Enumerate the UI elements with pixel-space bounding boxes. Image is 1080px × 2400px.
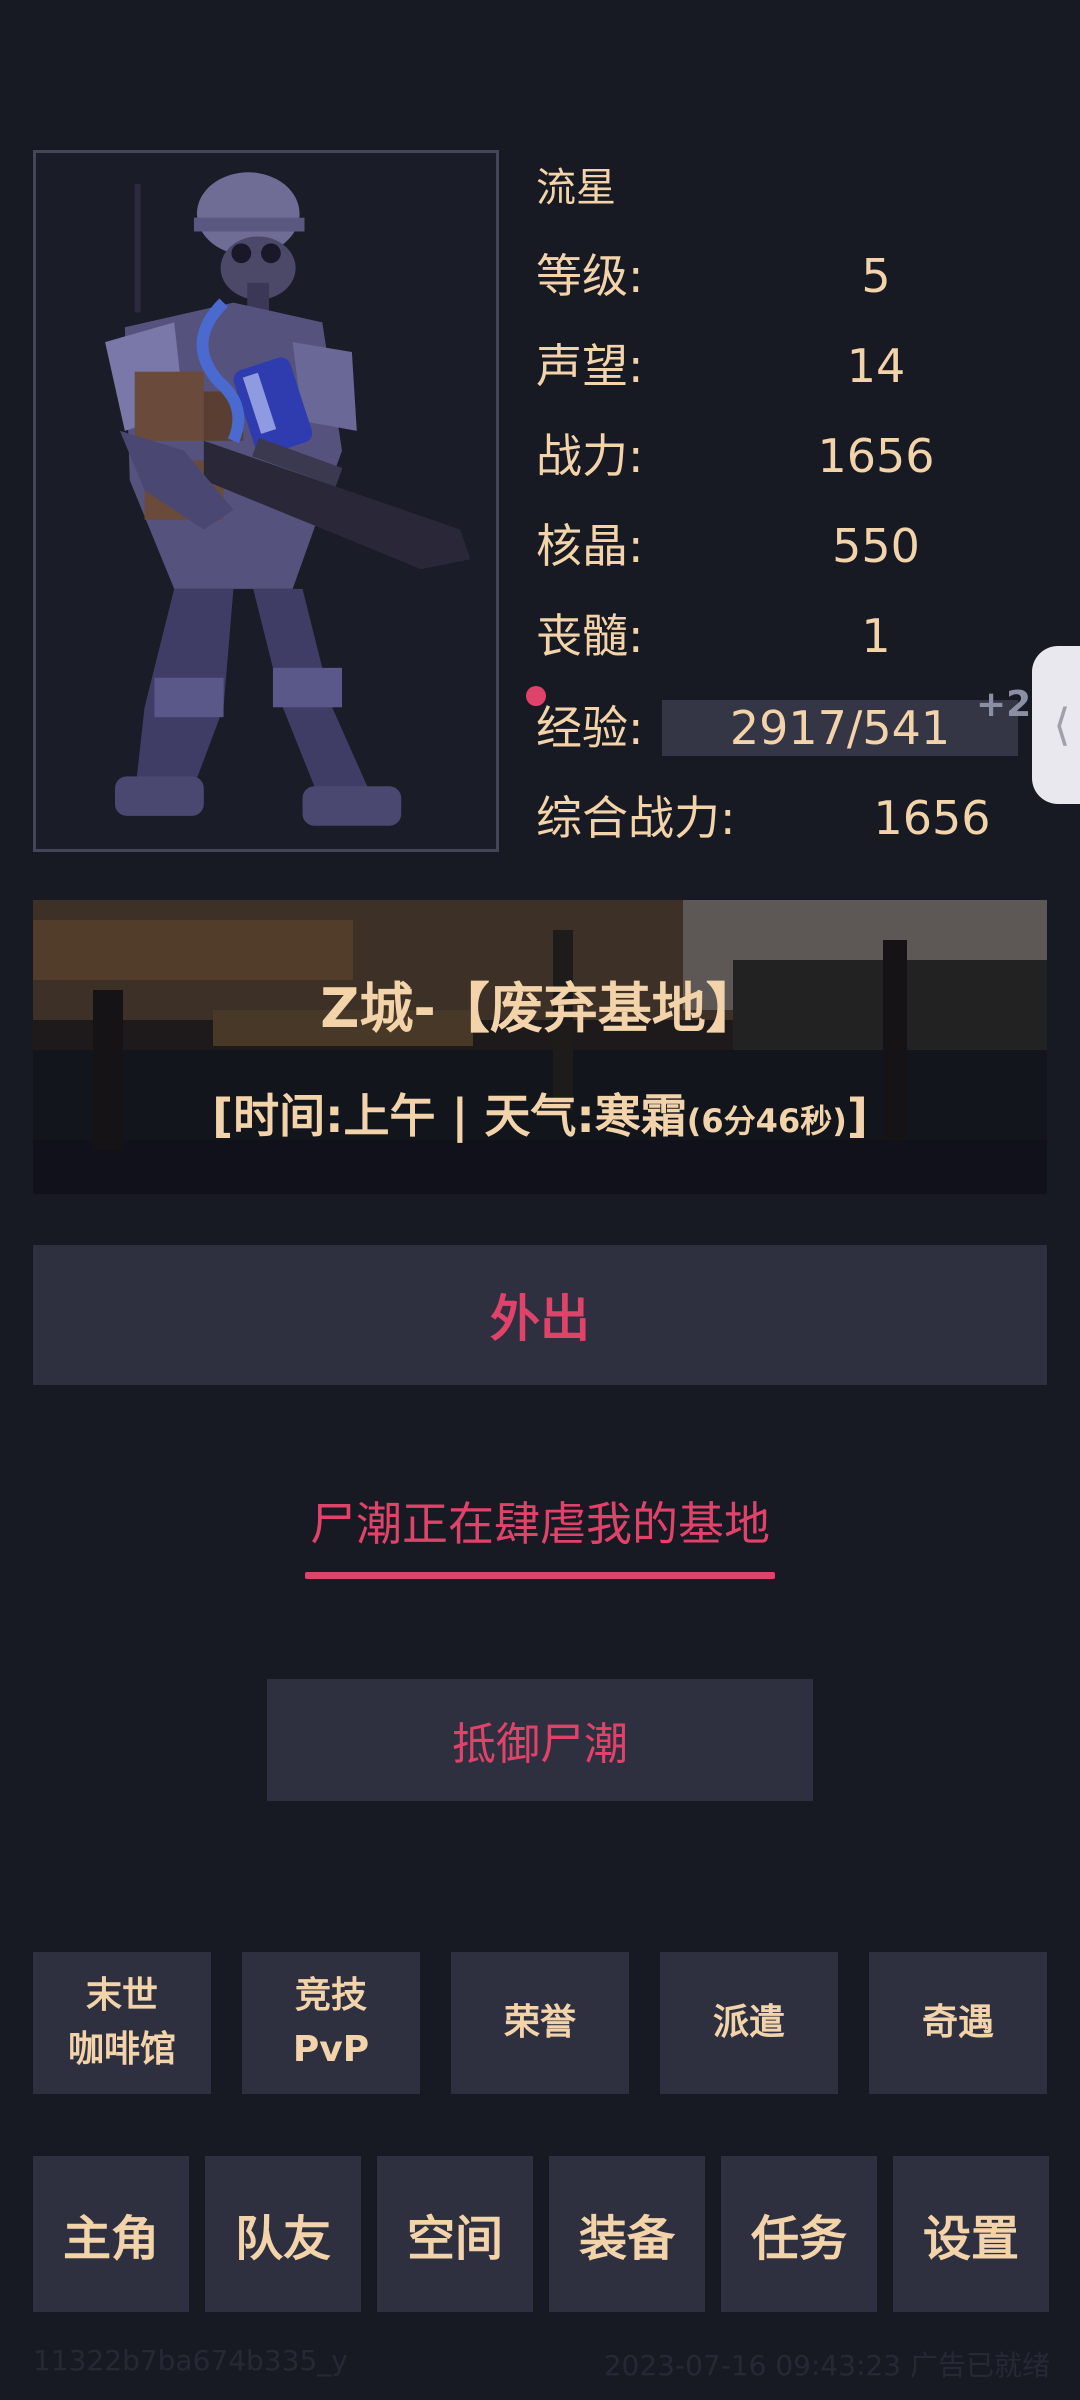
level-value: 5 — [861, 249, 891, 303]
stat-level: 等级: 5 — [536, 244, 1056, 308]
exp-gain: +2 — [976, 684, 1032, 725]
cafe-line1: 末世 — [85, 1975, 158, 2016]
location-status: [时间:上午 | 天气:寒霜(6分46秒)] — [33, 1080, 1047, 1146]
game-screen: 流星 等级: 5 声望: 14 战力: 1656 核晶: 550 丧髓: 1 经… — [0, 0, 1080, 2400]
status-close-bracket: ] — [846, 1089, 868, 1143]
zombie-wave-alert-link[interactable]: 尸潮正在肆虐我的基地 — [0, 1492, 1080, 1556]
go-out-button[interactable]: 外出 — [33, 1245, 1047, 1385]
player-name: 流星 — [536, 165, 616, 211]
banner-background — [33, 900, 1047, 1194]
prestige-label: 声望: — [536, 339, 644, 393]
space-button[interactable]: 空间 — [377, 2156, 533, 2312]
tasks-button[interactable]: 任务 — [721, 2156, 877, 2312]
device-id: 11322b7ba674b335_y — [33, 2344, 348, 2377]
location-name: Z城-【废弃基地】 — [320, 977, 760, 1040]
exp-label: 经验: — [536, 701, 644, 755]
stat-power: 战力: 1656 — [536, 424, 1056, 488]
pvp-line2: PvP — [292, 2029, 370, 2070]
core-value: 550 — [832, 519, 920, 573]
chevron-left-icon: ⟨ — [1053, 699, 1071, 751]
marrow-value: 1 — [861, 609, 891, 663]
total-power-value: 1656 — [873, 791, 991, 845]
exp-value: 2917/541 — [729, 701, 951, 755]
cafe-button[interactable]: 末世 咖啡馆 — [33, 1952, 211, 2094]
side-drawer-tab[interactable]: ⟨ — [1032, 646, 1080, 804]
soldier-illustration — [105, 172, 471, 826]
level-label: 等级: — [536, 249, 644, 303]
pvp-line1: 竞技 — [294, 1975, 367, 2016]
hero-button[interactable]: 主角 — [33, 2156, 189, 2312]
defend-zombie-wave-button[interactable]: 抵御尸潮 — [267, 1679, 813, 1801]
encounter-label: 奇遇 — [921, 2002, 994, 2043]
time-weather: [时间:上午 | 天气:寒霜 — [212, 1089, 687, 1143]
weather-timer: (6分46秒) — [686, 1102, 847, 1140]
power-value: 1656 — [817, 429, 935, 483]
timestamp-ad-status: 2023-07-16 09:43:23 广告已就绪 — [603, 2349, 1050, 2382]
pvp-button[interactable]: 竞技 PvP — [242, 1952, 420, 2094]
power-label: 战力: — [536, 429, 644, 483]
equipment-button[interactable]: 装备 — [549, 2156, 705, 2312]
stat-prestige: 声望: 14 — [536, 334, 1056, 398]
location-banner: Z城-【废弃基地】 [时间:上午 | 天气:寒霜(6分46秒)] — [33, 900, 1047, 1194]
alert-underline — [305, 1572, 775, 1579]
honor-label: 荣誉 — [503, 2002, 576, 2043]
character-portrait[interactable] — [33, 150, 499, 852]
dispatch-label: 派遣 — [712, 2002, 785, 2043]
stat-total-power: 综合战力: 1656 — [536, 786, 1056, 850]
stat-core: 核晶: 550 — [536, 514, 1056, 578]
honor-button[interactable]: 荣誉 — [451, 1952, 629, 2094]
core-label: 核晶: — [536, 519, 644, 573]
settings-button[interactable]: 设置 — [893, 2156, 1049, 2312]
teammates-button[interactable]: 队友 — [205, 2156, 361, 2312]
cafe-line2: 咖啡馆 — [67, 2029, 176, 2070]
dispatch-button[interactable]: 派遣 — [660, 1952, 838, 2094]
stat-marrow: 丧髓: 1 — [536, 604, 1056, 668]
marrow-label: 丧髓: — [536, 609, 644, 663]
prestige-value: 14 — [846, 339, 906, 393]
encounter-button[interactable]: 奇遇 — [869, 1952, 1047, 2094]
